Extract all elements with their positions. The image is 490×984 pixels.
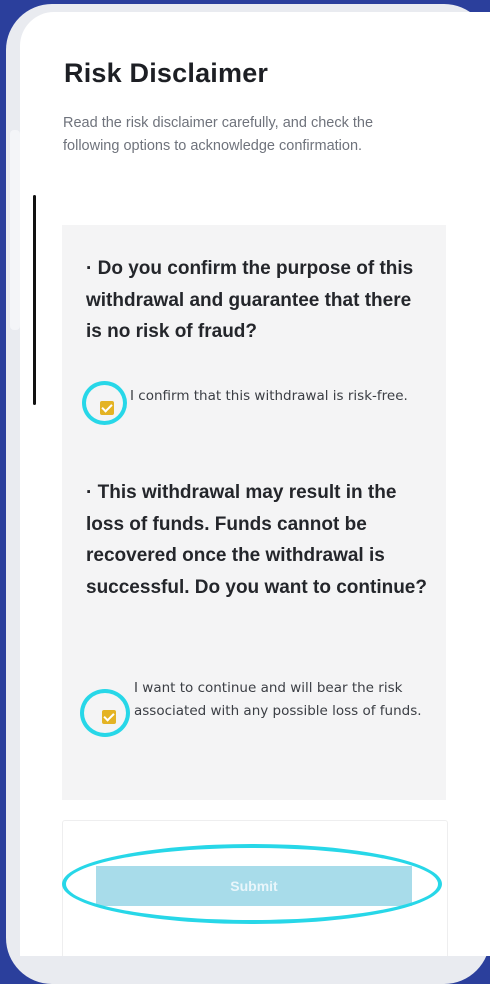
questions-panel: · Do you confirm the purpose of this wit…	[62, 225, 446, 800]
question-loss-of-funds: · This withdrawal may result in the loss…	[86, 482, 427, 598]
phone-side-button	[10, 130, 20, 330]
risk-disclaimer-screen: Risk Disclaimer Read the risk disclaimer…	[20, 12, 490, 956]
left-edge-line	[33, 195, 36, 405]
question-fraud-risk: · Do you confirm the purpose of this wit…	[86, 258, 414, 342]
checkbox-highlight-ring	[80, 689, 130, 737]
accept-risk-label[interactable]: I want to continue and will bear the ris…	[134, 677, 424, 723]
confirm-risk-free-label[interactable]: I confirm that this withdrawal is risk-f…	[130, 385, 430, 408]
page-title: Risk Disclaimer	[64, 58, 269, 88]
page-description: Read the risk disclaimer carefully, and …	[63, 115, 374, 154]
checkbox-highlight-ring	[82, 381, 127, 425]
submit-highlight-ring	[62, 844, 442, 924]
